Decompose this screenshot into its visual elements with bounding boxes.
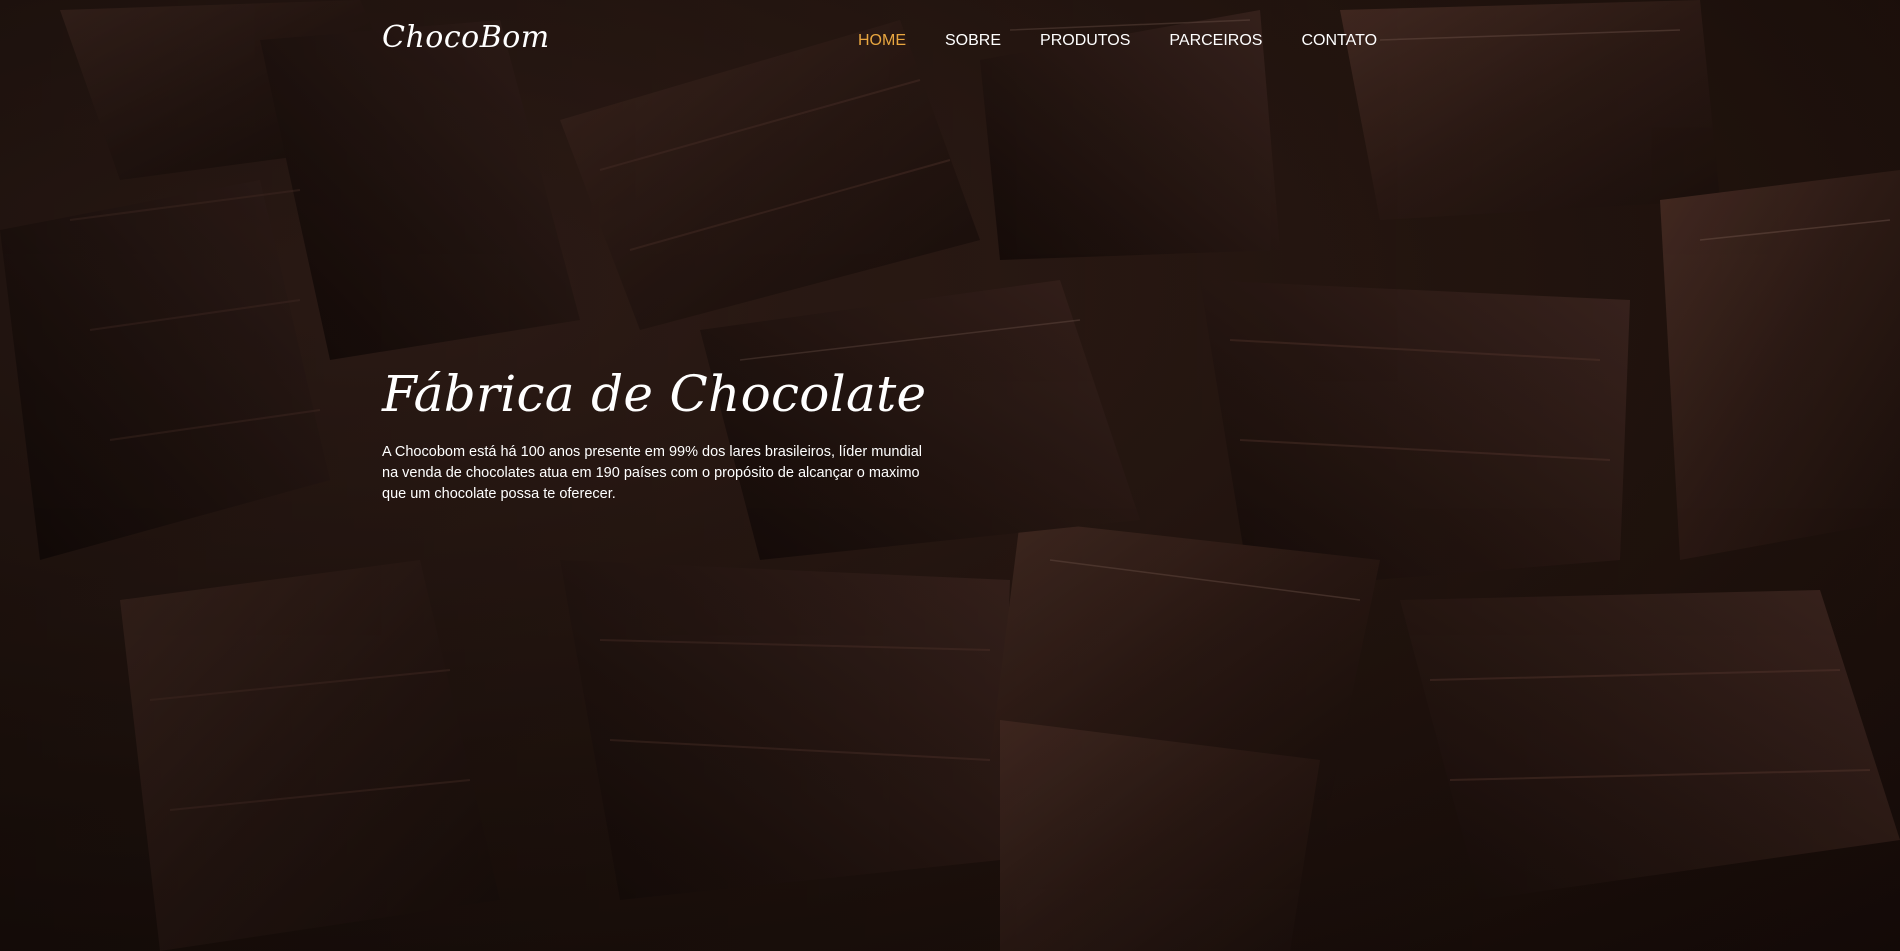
hero-title: Fábrica de Chocolate: [382, 365, 927, 423]
hero-overlay: [0, 0, 1900, 951]
hero-background-image: [0, 0, 1900, 951]
hero-section: Fábrica de Chocolate A Chocobom está há …: [382, 358, 942, 505]
site-header: ChocoBom HOME SOBRE PRODUTOS PARCEIROS CONTA…: [0, 0, 1900, 84]
nav-link-produtos[interactable]: PRODUTOS: [1040, 31, 1130, 51]
nav-link-home[interactable]: HOME: [858, 31, 906, 51]
nav-link-contato[interactable]: CONTATO: [1301, 31, 1377, 51]
nav-link-parceiros[interactable]: PARCEIROS: [1169, 31, 1262, 51]
nav-link-sobre[interactable]: SOBRE: [945, 31, 1001, 51]
nav-list: HOME SOBRE PRODUTOS PARCEIROS CONTATO: [858, 31, 1416, 51]
site-logo[interactable]: ChocoBom: [382, 20, 550, 55]
hero-description: A Chocobom está há 100 anos presente em …: [382, 444, 923, 502]
